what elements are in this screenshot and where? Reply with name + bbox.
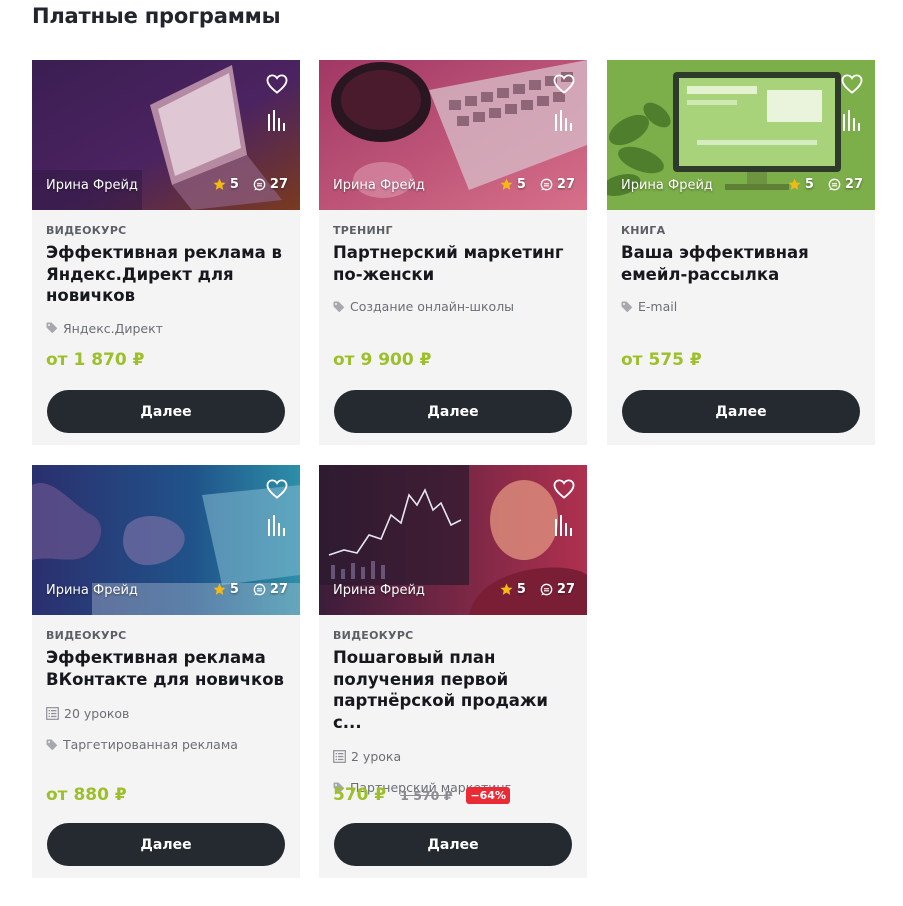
card-thumbnail[interactable]: Ирина Фрейд 5 27 xyxy=(319,60,587,210)
program-tag[interactable]: E-mail xyxy=(621,299,861,314)
details-button[interactable]: Далее xyxy=(334,823,572,866)
details-button[interactable]: Далее xyxy=(334,390,572,433)
star-icon xyxy=(500,583,513,596)
rating-value: 5 xyxy=(516,582,526,597)
comments-count: 27 xyxy=(844,177,863,192)
discount-badge: −64% xyxy=(466,786,510,804)
program-title[interactable]: Пошаговый план получения первой партнёрс… xyxy=(333,647,573,733)
favorite-heart-icon[interactable] xyxy=(841,74,863,94)
lessons-count: 2 урока xyxy=(333,749,573,764)
details-button[interactable]: Далее xyxy=(47,823,285,866)
stats-icon[interactable] xyxy=(554,110,572,132)
rating-value: 5 xyxy=(804,177,814,192)
program-title[interactable]: Эффективная реклама в Яндекс.Директ для … xyxy=(46,242,286,307)
program-type: Видеокурс xyxy=(46,629,127,642)
card-meta: 5 27 xyxy=(500,177,575,192)
program-type: Видеокурс xyxy=(46,224,127,237)
comment-icon xyxy=(540,178,553,191)
card-author[interactable]: Ирина Фрейд xyxy=(46,583,138,598)
card-meta: 5 27 xyxy=(500,582,575,597)
list-icon xyxy=(333,750,346,763)
card-author[interactable]: Ирина Фрейд xyxy=(333,178,425,193)
price-row: от 880 ₽ xyxy=(46,785,127,805)
card-thumbnail[interactable]: Ирина Фрейд 5 27 xyxy=(32,60,300,210)
stats-icon[interactable] xyxy=(267,515,285,537)
lessons-count: 20 уроков xyxy=(46,706,286,721)
favorite-heart-icon[interactable] xyxy=(553,479,575,499)
details-button[interactable]: Далее xyxy=(47,390,285,433)
price: от 9 900 ₽ xyxy=(333,350,432,370)
comments-count: 27 xyxy=(269,582,288,597)
card-author[interactable]: Ирина Фрейд xyxy=(333,583,425,598)
program-title[interactable]: Эффективная реклама ВКонтакте для новичк… xyxy=(46,647,286,690)
price: от 1 870 ₽ xyxy=(46,350,145,370)
card-thumbnail[interactable]: Ирина Фрейд 5 27 xyxy=(607,60,875,210)
comments-count: 27 xyxy=(556,582,575,597)
card-thumbnail[interactable]: Ирина Фрейд 5 27 xyxy=(319,465,587,615)
list-icon xyxy=(46,707,59,720)
star-icon xyxy=(500,178,513,191)
old-price: 1 570 ₽ xyxy=(400,787,453,803)
comment-icon xyxy=(253,583,266,596)
program-title[interactable]: Ваша эффективная емейл-рассылка xyxy=(621,242,861,285)
program-card[interactable]: Ирина Фрейд 5 27 Видеокурс Эффективная р… xyxy=(32,465,300,878)
comment-icon xyxy=(828,178,841,191)
rating-value: 5 xyxy=(229,177,239,192)
comment-icon xyxy=(253,178,266,191)
card-meta: 5 27 xyxy=(213,582,288,597)
program-tag[interactable]: Таргетированная реклама xyxy=(46,737,286,752)
star-icon xyxy=(788,178,801,191)
tag-icon xyxy=(46,739,58,751)
tag-icon xyxy=(333,301,345,313)
favorite-heart-icon[interactable] xyxy=(266,479,288,499)
program-card[interactable]: Ирина Фрейд 5 27 Тренинг Партнерский мар… xyxy=(319,60,587,445)
details-button[interactable]: Далее xyxy=(622,390,860,433)
price-row: от 9 900 ₽ xyxy=(333,350,431,370)
rating-value: 5 xyxy=(516,177,526,192)
stats-icon[interactable] xyxy=(267,110,285,132)
tag-icon xyxy=(621,301,633,313)
program-card[interactable]: Ирина Фрейд 5 27 Видеокурс Эффективная р… xyxy=(32,60,300,445)
program-type: Книга xyxy=(621,224,666,237)
favorite-heart-icon[interactable] xyxy=(553,74,575,94)
program-card[interactable]: Ирина Фрейд 5 27 Книга Ваша эффективная … xyxy=(607,60,875,445)
card-meta: 5 27 xyxy=(788,177,863,192)
stats-icon[interactable] xyxy=(554,515,572,537)
price: от 575 ₽ xyxy=(621,350,702,370)
program-title[interactable]: Партнерский маркетинг по-женски xyxy=(333,242,573,285)
card-meta: 5 27 xyxy=(213,177,288,192)
card-author[interactable]: Ирина Фрейд xyxy=(621,178,713,193)
favorite-heart-icon[interactable] xyxy=(266,74,288,94)
tag-label: Создание онлайн-школы xyxy=(350,299,515,314)
tag-label: E-mail xyxy=(638,299,678,314)
tag-label: Таргетированная реклама xyxy=(63,737,238,752)
lessons-label: 20 уроков xyxy=(64,706,130,721)
card-thumbnail[interactable]: Ирина Фрейд 5 27 xyxy=(32,465,300,615)
price-row: 570 ₽ 1 570 ₽ −64% xyxy=(333,785,510,805)
program-type: Тренинг xyxy=(333,224,393,237)
tag-label: Яндекс.Директ xyxy=(63,320,163,336)
program-tag[interactable]: Яндекс.Директ xyxy=(46,321,286,336)
card-author[interactable]: Ирина Фрейд xyxy=(46,178,138,193)
page-title: Платные программы xyxy=(32,4,281,28)
rating-value: 5 xyxy=(229,582,239,597)
program-type: Видеокурс xyxy=(333,629,414,642)
program-card[interactable]: Ирина Фрейд 5 27 Видеокурс Пошаговый пла… xyxy=(319,465,587,878)
comment-icon xyxy=(540,583,553,596)
program-tag[interactable]: Создание онлайн-школы xyxy=(333,299,573,314)
comments-count: 27 xyxy=(269,177,288,192)
price: от 880 ₽ xyxy=(46,785,127,805)
price-row: от 575 ₽ xyxy=(621,350,702,370)
star-icon xyxy=(213,178,226,191)
comments-count: 27 xyxy=(556,177,575,192)
stats-icon[interactable] xyxy=(842,110,860,132)
tag-icon xyxy=(46,322,58,334)
lessons-label: 2 урока xyxy=(351,749,402,764)
price: 570 ₽ xyxy=(333,785,387,805)
price-row: от 1 870 ₽ xyxy=(46,350,144,370)
star-icon xyxy=(213,583,226,596)
